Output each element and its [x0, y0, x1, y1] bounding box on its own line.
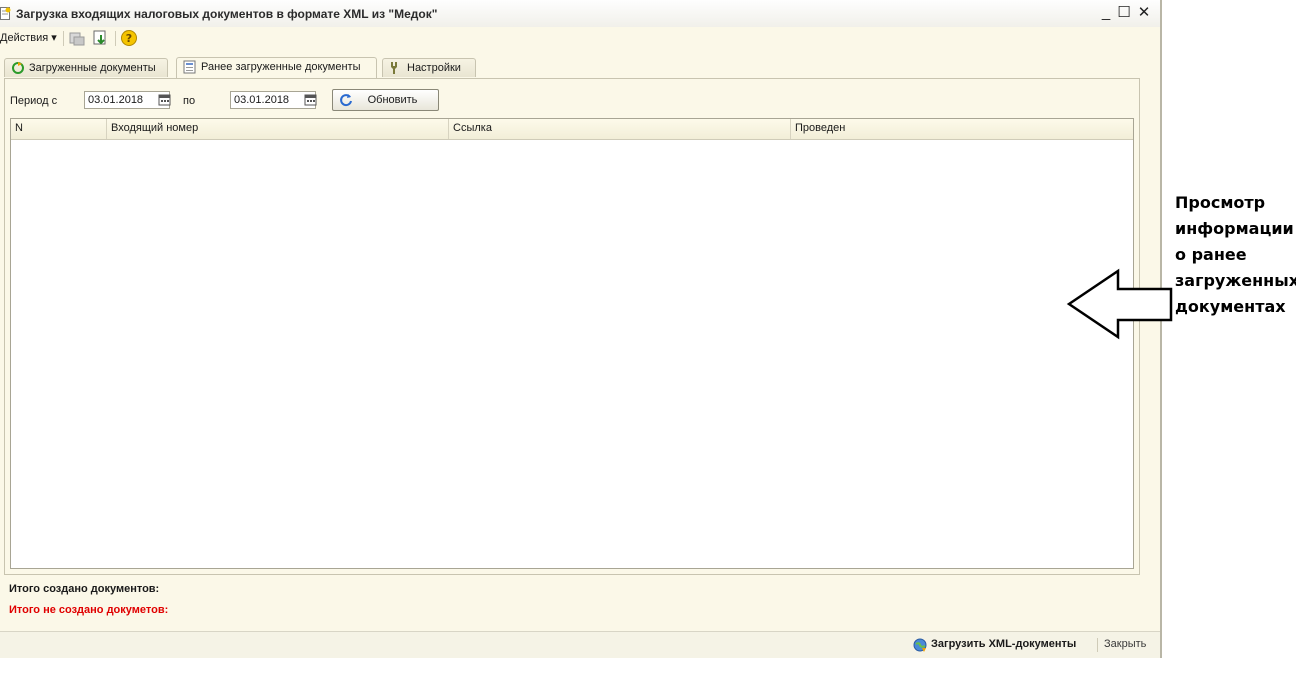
period-to-label: по: [183, 95, 196, 107]
toolbar: Действия ▾ ?: [0, 27, 1160, 49]
annotation-line: информации: [1175, 219, 1294, 238]
total-not-created-label: Итого не создано докуметов:: [9, 604, 169, 616]
tab-settings[interactable]: Настройки: [382, 58, 476, 77]
refresh-label: Обновить: [367, 94, 418, 106]
total-created-label: Итого создано документов:: [9, 583, 160, 595]
minimize-button[interactable]: _: [1097, 4, 1115, 22]
calendar-icon[interactable]: [304, 91, 318, 109]
actions-menu[interactable]: Действия ▾: [0, 31, 57, 44]
svg-text:?: ?: [126, 32, 132, 45]
column-header-n[interactable]: N: [11, 119, 107, 139]
tab-label: Настройки: [407, 62, 461, 74]
tab-loaded-documents[interactable]: Загруженные документы: [4, 58, 168, 77]
load-xml-button[interactable]: Загрузить XML-документы: [913, 638, 1077, 652]
toolbar-divider: [115, 31, 116, 46]
refresh-icon: [340, 94, 352, 107]
column-header-incoming-number[interactable]: Входящий номер: [107, 119, 449, 139]
column-header-link[interactable]: Ссылка: [449, 119, 791, 139]
tab-label: Загруженные документы: [29, 62, 156, 74]
column-header-posted[interactable]: Проведен: [791, 119, 1133, 139]
calendar-icon[interactable]: [158, 91, 172, 109]
annotation-line: документах: [1175, 297, 1286, 316]
annotation-arrow: [1066, 268, 1173, 340]
bottom-divider: [1097, 638, 1098, 652]
window-title: Загрузка входящих налоговых документов в…: [16, 7, 438, 21]
help-icon[interactable]: ?: [120, 29, 138, 47]
load-xml-label: Загрузить XML-документы: [931, 638, 1077, 650]
document-icon: [0, 7, 11, 20]
globe-download-icon: [913, 638, 927, 652]
download-icon[interactable]: [92, 29, 110, 47]
close-window-button[interactable]: ✕: [1135, 4, 1153, 22]
wrench-icon: [391, 62, 397, 74]
refresh-button[interactable]: Обновить: [332, 89, 439, 111]
bottom-bar: Загрузить XML-документы Закрыть: [0, 631, 1160, 658]
main-window: Загрузка входящих налоговых документов в…: [0, 0, 1162, 658]
document-list-icon: [183, 60, 196, 74]
documents-table[interactable]: N Входящий номер Ссылка Проведен: [10, 118, 1134, 569]
recycle-icon: [12, 62, 24, 74]
annotation-text: Просмотр информации о ранее загруженных …: [1175, 190, 1296, 320]
maximize-button[interactable]: ☐: [1115, 4, 1133, 22]
toolbar-divider: [63, 31, 64, 46]
close-button[interactable]: Закрыть: [1104, 638, 1146, 650]
period-from-label: Период с: [10, 95, 58, 107]
grid-export-icon[interactable]: [68, 29, 86, 47]
title-bar: Загрузка входящих налоговых документов в…: [0, 0, 1160, 28]
annotation-line: Просмотр: [1175, 193, 1266, 212]
tab-label: Ранее загруженные документы: [201, 61, 361, 73]
table-header: N Входящий номер Ссылка Проведен: [11, 119, 1133, 140]
tab-panel: Период с 03.01.2018 по 03.01.2018 Обнови…: [4, 78, 1140, 575]
tab-previously-loaded-documents[interactable]: Ранее загруженные документы: [176, 57, 377, 78]
annotation-line: загруженных: [1175, 271, 1296, 290]
annotation-line: о ранее: [1175, 245, 1247, 264]
